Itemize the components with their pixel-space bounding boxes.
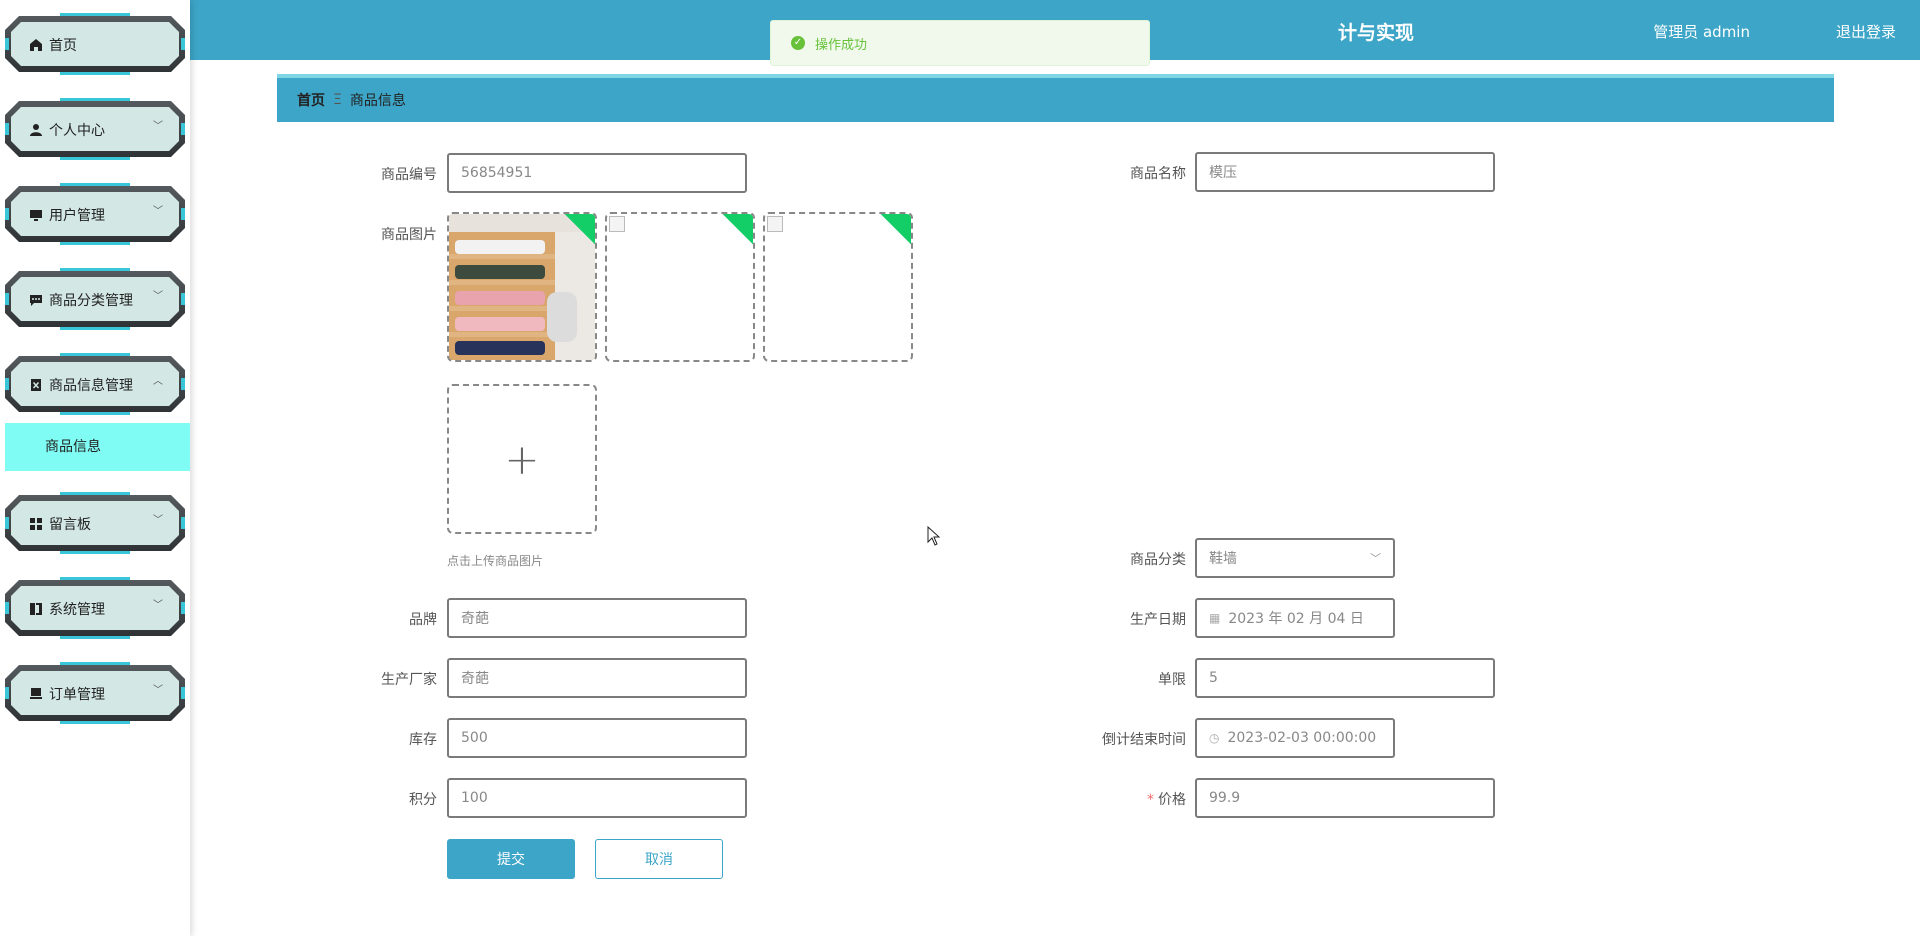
- broken-image-icon: [609, 216, 625, 232]
- stock-value: 500: [461, 730, 488, 746]
- sidebar-item-product-management[interactable]: 商品信息管理 ︿: [5, 350, 185, 418]
- breadcrumb-current: 商品信息: [349, 93, 406, 109]
- maker-value: 奇葩: [461, 671, 489, 687]
- sidebar-item-system-management[interactable]: 系统管理 ﹀: [5, 574, 185, 642]
- name-value: 模压: [1209, 165, 1237, 181]
- points-label: 积分: [409, 792, 437, 808]
- sidebar-item-user-management[interactable]: 用户管理 ﹀: [5, 180, 185, 248]
- chevron-down-icon: ﹀: [153, 600, 163, 611]
- grid-icon: [29, 517, 43, 531]
- image-upload-button[interactable]: +: [447, 384, 597, 534]
- clock-icon: ◷: [1209, 731, 1220, 745]
- user-icon: [29, 123, 43, 137]
- brand-label: 品牌: [409, 612, 437, 628]
- check-circle-icon: ✓: [791, 36, 805, 50]
- code-value: 56854951: [461, 165, 533, 181]
- name-field[interactable]: 模压: [1195, 152, 1495, 192]
- image-label: 商品图片: [381, 227, 437, 243]
- logout-link[interactable]: 退出登录: [1836, 21, 1896, 42]
- sidebar-item-order-management[interactable]: 订单管理 ﹀: [5, 659, 185, 727]
- date-label: 生产日期: [1130, 612, 1186, 628]
- brand-field[interactable]: 奇葩: [447, 598, 747, 638]
- points-field[interactable]: 100: [447, 778, 747, 818]
- sidebar-item-personal-center[interactable]: 个人中心 ﹀: [5, 95, 185, 163]
- home-icon: [29, 38, 43, 52]
- monitor-icon: [29, 208, 43, 222]
- chat-icon: [29, 293, 43, 307]
- product-image-3[interactable]: [763, 212, 913, 362]
- cart-icon: [29, 687, 43, 701]
- breadcrumb-home[interactable]: 首页: [297, 90, 325, 110]
- product-image-1[interactable]: [447, 212, 597, 362]
- clipboard-icon: [29, 378, 43, 392]
- code-field[interactable]: 56854951: [447, 153, 747, 193]
- points-value: 100: [461, 790, 488, 806]
- upload-success-badge: [879, 214, 911, 246]
- chevron-down-icon: ﹀: [153, 206, 163, 217]
- success-toast: ✓ 操作成功: [770, 20, 1150, 66]
- sidebar-item-label: 首页: [49, 38, 77, 54]
- countdown-label: 倒计结束时间: [1102, 732, 1186, 748]
- sidebar-item-label: 用户管理: [49, 208, 105, 224]
- sidebar: 首页 个人中心 ﹀ 用户管理 ﹀ 商品分类管理 ﹀ 商品信息管理 ︿ 商品信息 …: [0, 0, 190, 936]
- date-picker[interactable]: ▦ 2023 年 02 月 04 日: [1195, 598, 1395, 638]
- breadcrumb: 首页 Ξ 商品信息: [277, 74, 1834, 122]
- sidebar-item-message-board[interactable]: 留言板 ﹀: [5, 489, 185, 557]
- price-label-wrap: * 价格: [1066, 789, 1186, 809]
- broken-image-icon: [767, 216, 783, 232]
- chevron-down-icon: ﹀: [153, 121, 163, 132]
- date-value: 2023 年 02 月 04 日: [1228, 611, 1364, 627]
- name-label: 商品名称: [1130, 166, 1186, 182]
- limit-value: 5: [1209, 670, 1218, 686]
- breadcrumb-separator: Ξ: [333, 92, 342, 108]
- sidebar-item-label: 商品信息管理: [49, 378, 133, 394]
- product-image-2[interactable]: [605, 212, 755, 362]
- maker-field[interactable]: 奇葩: [447, 658, 747, 698]
- limit-label: 单限: [1158, 672, 1186, 688]
- sidebar-item-label: 个人中心: [49, 123, 105, 139]
- required-asterisk: *: [1147, 792, 1154, 808]
- chevron-up-icon: ︿: [153, 376, 163, 387]
- sidebar-item-label: 留言板: [49, 517, 91, 533]
- upload-success-badge: [721, 214, 753, 246]
- book-icon: [29, 602, 43, 616]
- category-value: 鞋墙: [1209, 551, 1237, 567]
- calendar-icon: ▦: [1209, 611, 1221, 625]
- app-title: 计与实现: [1338, 22, 1415, 44]
- shoe-rack-photo: [449, 214, 595, 360]
- chevron-down-icon: ﹀: [1370, 552, 1381, 565]
- upload-tip: 点击上传商品图片: [447, 554, 544, 568]
- toast-message: 操作成功: [815, 37, 868, 53]
- brand-value: 奇葩: [461, 611, 489, 627]
- countdown-picker[interactable]: ◷ 2023-02-03 00:00:00: [1195, 718, 1395, 758]
- stock-label: 库存: [409, 732, 437, 748]
- price-label: 价格: [1158, 792, 1186, 808]
- sidebar-item-home[interactable]: 首页: [5, 10, 185, 78]
- limit-field[interactable]: 5: [1195, 658, 1495, 698]
- cancel-button[interactable]: 取消: [595, 839, 723, 879]
- price-field[interactable]: 99.9: [1195, 778, 1495, 818]
- category-label: 商品分类: [1130, 552, 1186, 568]
- chevron-down-icon: ﹀: [153, 291, 163, 302]
- code-label: 商品编号: [381, 167, 437, 183]
- chevron-down-icon: ﹀: [153, 685, 163, 696]
- sidebar-subitem-product-info[interactable]: 商品信息: [5, 423, 190, 471]
- countdown-value: 2023-02-03 00:00:00: [1227, 730, 1377, 746]
- mouse-cursor-icon: [927, 525, 941, 550]
- chevron-down-icon: ﹀: [153, 515, 163, 526]
- sidebar-item-category-management[interactable]: 商品分类管理 ﹀: [5, 265, 185, 333]
- sidebar-item-label: 系统管理: [49, 602, 105, 618]
- stock-field[interactable]: 500: [447, 718, 747, 758]
- sidebar-item-label: 商品分类管理: [49, 293, 133, 309]
- price-value: 99.9: [1209, 790, 1241, 806]
- current-user: 管理员 admin: [1653, 23, 1750, 41]
- plus-icon: +: [504, 434, 540, 484]
- maker-label: 生产厂家: [381, 672, 437, 688]
- submit-button[interactable]: 提交: [447, 839, 575, 879]
- category-select[interactable]: 鞋墙 ﹀: [1195, 538, 1395, 578]
- sidebar-item-label: 订单管理: [49, 687, 105, 703]
